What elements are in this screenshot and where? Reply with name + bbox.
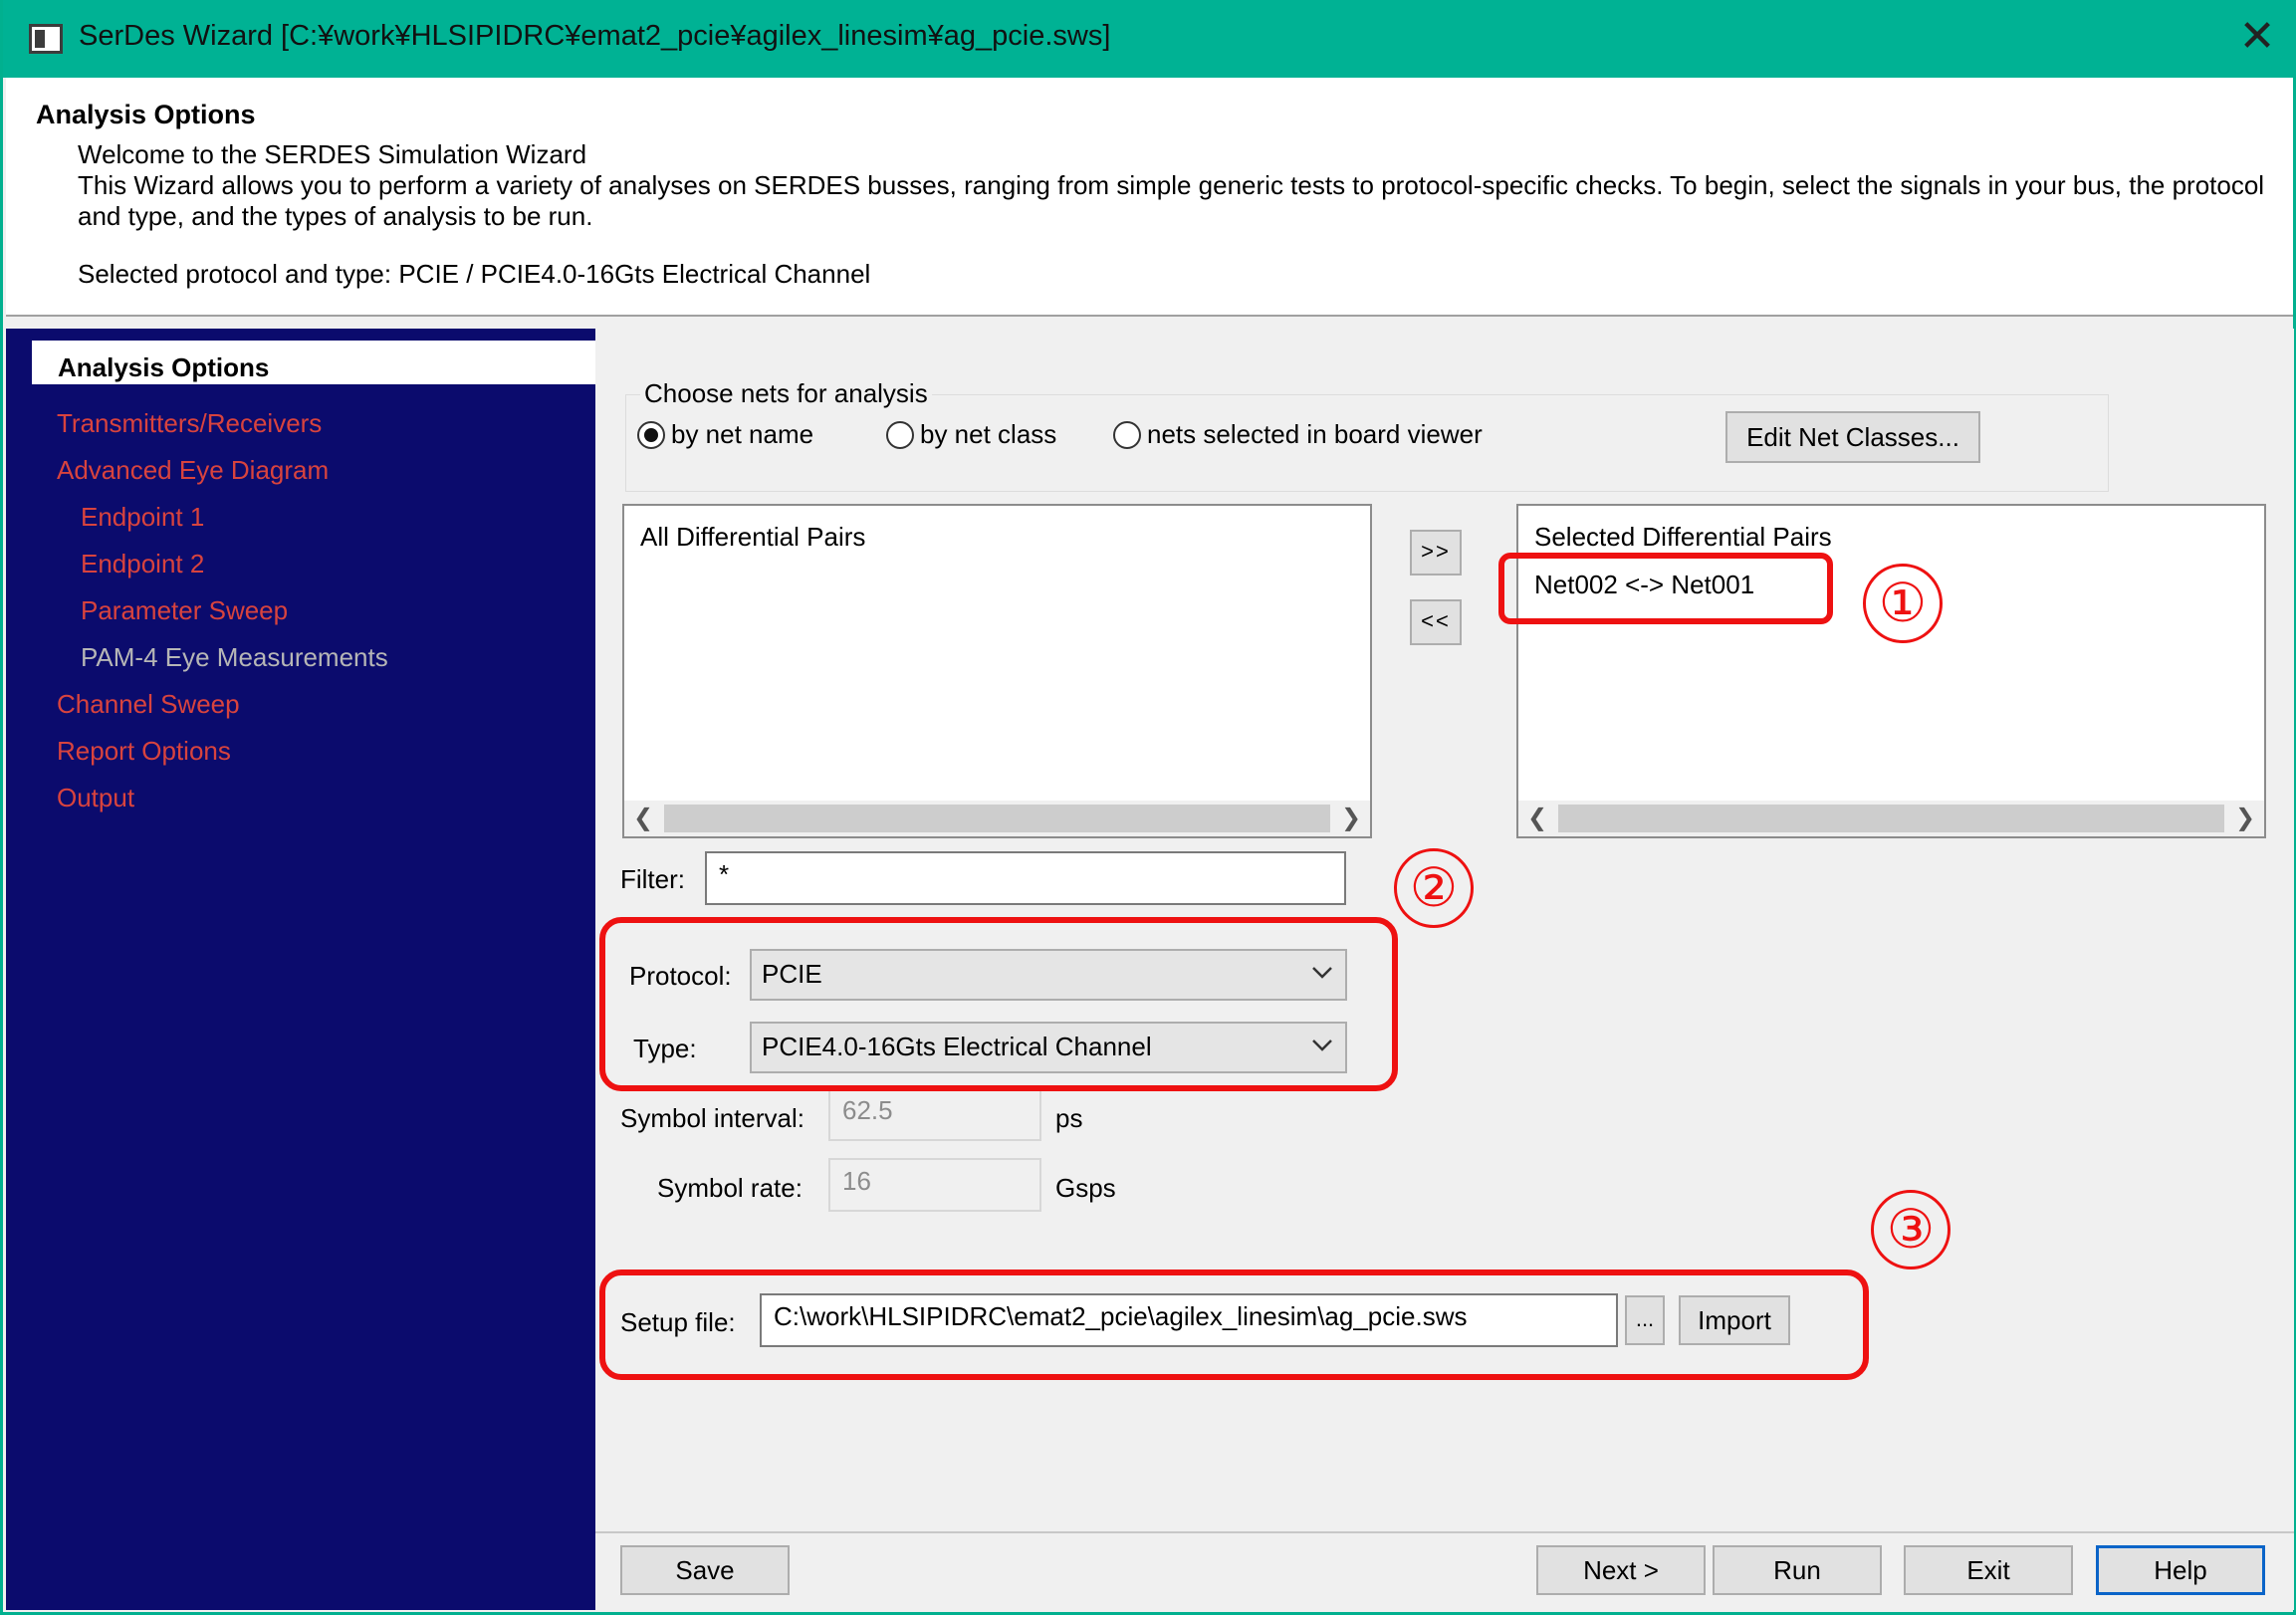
radio-indicator [1113,421,1141,449]
filter-label: Filter: [620,864,685,894]
symbol-rate-field[interactable]: 16 [828,1158,1041,1212]
choose-nets-label: Choose nets for analysis [640,378,932,409]
nav-item-parameter-sweep[interactable]: Parameter Sweep [81,595,288,626]
symbol-interval-label: Symbol interval: [620,1103,804,1133]
chevron-down-icon [1312,967,1332,979]
setup-file-label: Setup file: [620,1307,736,1337]
scroll-left-icon[interactable]: ❮ [1520,803,1554,834]
nav-item-advanced-eye-diagram[interactable]: Advanced Eye Diagram [57,455,329,486]
save-button[interactable]: Save [620,1545,790,1595]
next-button[interactable]: Next > [1536,1545,1706,1595]
scrollbar-thumb[interactable] [1558,805,2224,832]
remove-pair-button[interactable]: << [1410,599,1462,645]
close-button[interactable]: ✕ [2225,10,2289,68]
symbol-interval-unit: ps [1055,1103,1083,1133]
symbol-rate-unit: Gsps [1055,1173,1116,1203]
symbol-rate-label: Symbol rate: [657,1173,803,1203]
type-label: Type: [633,1034,697,1063]
selected-pair-item[interactable]: Net002 <-> Net001 [1534,570,1754,600]
run-button[interactable]: Run [1713,1545,1882,1595]
symbol-interval-field[interactable]: 62.5 [828,1087,1041,1141]
nav-item-endpoint-1[interactable]: Endpoint 1 [81,502,204,533]
all-pairs-scrollbar[interactable]: ❮ ❯ [624,801,1370,836]
filter-input[interactable]: * [705,851,1346,905]
help-button[interactable]: Help [2096,1545,2265,1595]
description-text: This Wizard allows you to perform a vari… [78,170,2265,231]
footer-separator [595,1531,2294,1533]
wizard-nav-sidebar: Analysis Options Transmitters/Receivers … [6,329,595,1610]
welcome-text: Welcome to the SERDES Simulation Wizard [78,139,587,169]
serdes-wizard-window: SerDes Wizard [C:¥work¥HLSIPIDRC¥emat2_p… [0,0,2296,1615]
protocol-select[interactable]: PCIE [750,949,1347,1001]
nav-item-analysis-options[interactable]: Analysis Options [32,341,595,384]
radio-selected-indicator [637,421,665,449]
add-pair-button[interactable]: >> [1410,530,1462,576]
radio-nets-selected-in-board-viewer[interactable]: nets selected in board viewer [1113,419,1483,453]
chevron-down-icon [1312,1039,1332,1051]
scrollbar-thumb[interactable] [664,805,1330,832]
selected-pairs-scrollbar[interactable]: ❮ ❯ [1518,801,2264,836]
window-title: SerDes Wizard [C:¥work¥HLSIPIDRC¥emat2_p… [79,20,1111,52]
all-pairs-title: All Differential Pairs [640,522,866,552]
analysis-options-page: Choose nets for analysis by net name by … [595,329,2294,1610]
selected-differential-pairs-list[interactable]: Selected Differential Pairs Net002 <-> N… [1516,504,2266,838]
annotation-number-1: ① [1863,564,1943,643]
setup-file-input[interactable]: C:\work\HLSIPIDRC\emat2_pcie\agilex_line… [760,1293,1618,1347]
radio-indicator [886,421,914,449]
selected-pairs-title: Selected Differential Pairs [1534,522,1832,552]
type-select[interactable]: PCIE4.0-16Gts Electrical Channel [750,1022,1347,1073]
scroll-right-icon[interactable]: ❯ [1334,803,1368,834]
browse-button[interactable]: ... [1625,1295,1665,1345]
radio-by-net-class[interactable]: by net class [886,419,1056,453]
radio-by-net-name[interactable]: by net name [637,419,813,453]
all-differential-pairs-list[interactable]: All Differential Pairs ❮ ❯ [622,504,1372,838]
annotation-number-2: ② [1394,848,1474,928]
header-panel: Analysis Options Welcome to the SERDES S… [6,78,2293,317]
nav-item-channel-sweep[interactable]: Channel Sweep [57,689,240,720]
nav-item-report-options[interactable]: Report Options [57,736,231,767]
app-window-icon [29,24,63,54]
protocol-label: Protocol: [629,961,732,991]
nav-item-pam4-eye-measurements[interactable]: PAM-4 Eye Measurements [81,642,388,673]
annotation-number-3: ③ [1871,1190,1951,1269]
header-description: Welcome to the SERDES Simulation Wizard … [78,139,2278,232]
nav-item-endpoint-2[interactable]: Endpoint 2 [81,549,204,579]
scroll-left-icon[interactable]: ❮ [626,803,660,834]
edit-net-classes-button[interactable]: Edit Net Classes... [1725,411,1980,463]
scroll-right-icon[interactable]: ❯ [2228,803,2262,834]
import-button[interactable]: Import [1679,1295,1790,1345]
nav-item-transmitters-receivers[interactable]: Transmitters/Receivers [57,408,322,439]
selected-protocol-text: Selected protocol and type: PCIE / PCIE4… [78,259,871,289]
title-bar[interactable]: SerDes Wizard [C:¥work¥HLSIPIDRC¥emat2_p… [3,0,2296,78]
header-title: Analysis Options [36,100,256,129]
exit-button[interactable]: Exit [1904,1545,2073,1595]
nav-item-output[interactable]: Output [57,783,134,813]
